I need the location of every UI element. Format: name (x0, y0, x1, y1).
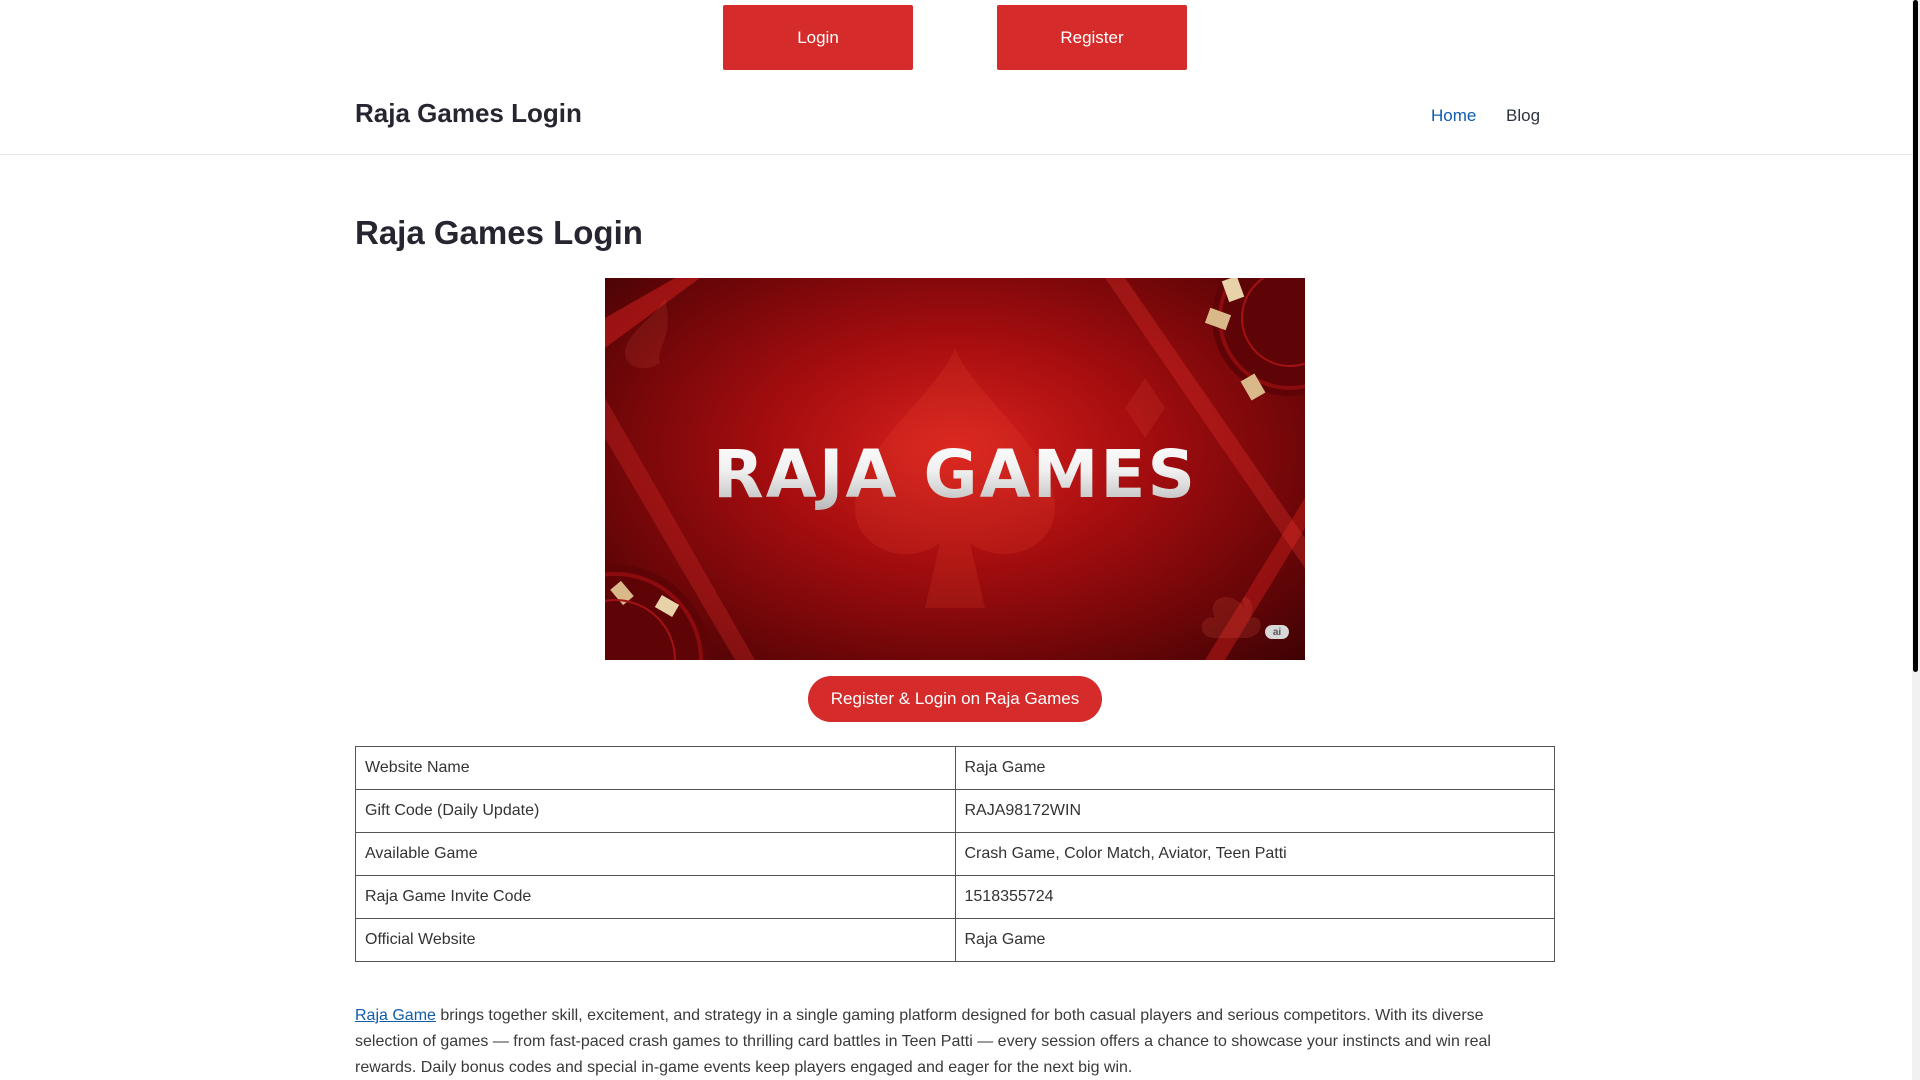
banner-title-text: RAJA GAMES (605, 436, 1305, 513)
scrollbar-thumb[interactable] (1913, 0, 1918, 672)
table-cell-value: Crash Game, Color Match, Aviator, Teen P… (954, 832, 1555, 876)
ai-badge: ai (1265, 625, 1289, 639)
login-button[interactable]: Login (723, 5, 913, 70)
table-cell-value: RAJA98172WIN (954, 789, 1555, 833)
table-cell-label: Available Game (355, 832, 956, 876)
intro-paragraph: Raja Game brings together skill, excitem… (355, 1003, 1545, 1080)
nav-blog-link[interactable]: Blog (1506, 106, 1540, 126)
page: Login Register Raja Games Login Home Blo… (0, 0, 1912, 1080)
table-cell-value: Raja Game (954, 918, 1555, 962)
table-cell-label: Official Website (355, 918, 956, 962)
table-cell-label: Raja Game Invite Code (355, 875, 956, 919)
site-title-link[interactable]: Raja Games Login (355, 98, 582, 129)
register-login-button[interactable]: Register & Login on Raja Games (808, 676, 1102, 722)
intro-paragraph-text: brings together skill, excitement, and s… (355, 1007, 1491, 1076)
raja-game-link[interactable]: Raja Game (355, 1007, 436, 1024)
nav-home-link[interactable]: Home (1431, 106, 1476, 126)
table-cell-value: Raja Game (954, 746, 1555, 790)
info-table: Website Name Raja Game Gift Code (Daily … (355, 746, 1555, 962)
hero-banner-image: RAJA GAMES ai (605, 278, 1305, 660)
table-row: Raja Game Invite Code 1518355724 (355, 875, 1555, 919)
table-row: Website Name Raja Game (355, 746, 1555, 790)
table-cell-label: Website Name (355, 746, 956, 790)
table-cell-label: Gift Code (Daily Update) (355, 789, 956, 833)
table-row: Official Website Raja Game (355, 918, 1555, 962)
table-cell-value: 1518355724 (954, 875, 1555, 919)
table-row: Gift Code (Daily Update) RAJA98172WIN (355, 789, 1555, 833)
register-button[interactable]: Register (997, 5, 1187, 70)
table-row: Available Game Crash Game, Color Match, … (355, 832, 1555, 876)
site-header: Raja Games Login Home Blog (0, 70, 1912, 155)
page-title: Raja Games Login (355, 214, 643, 251)
